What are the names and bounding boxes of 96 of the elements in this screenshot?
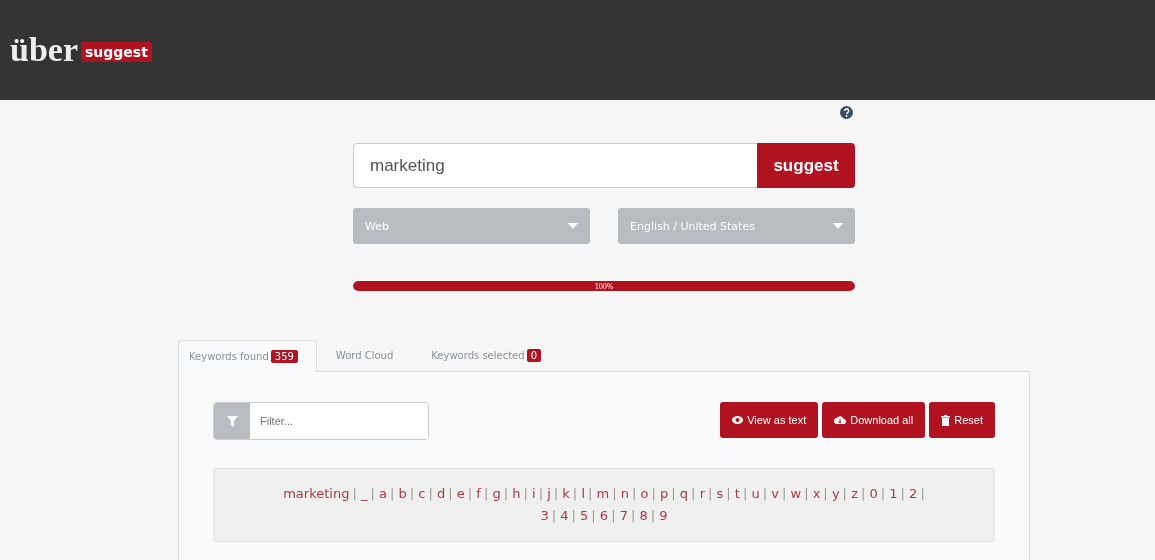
count-badge: 359 [270, 350, 298, 363]
separator: | [726, 486, 731, 501]
letter-link[interactable]: 3 [540, 508, 549, 523]
separator: | [370, 486, 375, 501]
separator: | [842, 486, 847, 501]
letter-link[interactable]: 4 [560, 508, 569, 523]
letter-link[interactable]: r [699, 486, 705, 501]
letter-link[interactable]: d [437, 486, 446, 501]
filter-field[interactable]: Filter... [213, 402, 429, 440]
separator: | [409, 486, 415, 501]
download-button[interactable]: Download all [822, 402, 926, 438]
letter-link[interactable]: h [512, 486, 521, 501]
letter-link[interactable]: v [771, 486, 779, 501]
letter-link[interactable]: t [734, 486, 740, 501]
separator: | [900, 486, 905, 501]
letter-link[interactable]: b [398, 486, 407, 501]
letter-link[interactable]: s [716, 486, 724, 501]
separator: | [708, 486, 713, 501]
letter-link[interactable]: 7 [619, 508, 628, 523]
logo-text: über [10, 31, 78, 69]
letter-link[interactable]: 5 [580, 508, 589, 523]
separator: | [467, 486, 473, 501]
letter-link[interactable]: 2 [909, 486, 918, 501]
separator: | [428, 486, 433, 501]
view-as-text-button[interactable]: View as text [720, 402, 819, 438]
separator: | [632, 486, 637, 501]
letter-link[interactable]: g [492, 486, 501, 501]
tab[interactable]: Keywords found 359 [178, 340, 317, 372]
separator: | [651, 486, 656, 501]
letter-link[interactable]: 9 [659, 508, 668, 523]
separator: | [551, 508, 557, 523]
separator: | [691, 486, 696, 501]
letter-link[interactable]: x [812, 486, 821, 501]
separator: | [860, 486, 866, 501]
separator: | [390, 486, 395, 501]
separator: | [650, 508, 656, 523]
letter-link[interactable]: y [831, 486, 840, 501]
letter-link[interactable]: 0 [869, 486, 878, 501]
letter-link[interactable]: marketing [283, 486, 350, 501]
letter-link[interactable]: z [851, 486, 858, 501]
separator: | [523, 486, 528, 501]
letter-link[interactable]: 6 [599, 508, 609, 523]
reset-button[interactable]: Reset [929, 402, 995, 438]
tab[interactable]: Keywords selected 0 [420, 339, 560, 371]
separator: | [503, 486, 509, 501]
separator: | [588, 486, 593, 501]
letter-link[interactable]: o [640, 486, 649, 501]
logo-badge: suggest [81, 42, 152, 62]
separator: | [804, 486, 809, 501]
search-field[interactable]: marketing [353, 143, 757, 188]
letter-link[interactable]: c [418, 486, 426, 501]
separator: | [591, 508, 596, 523]
letter-link[interactable]: q [679, 486, 689, 501]
caret-icon [833, 223, 843, 229]
letter-link[interactable]: _ [361, 486, 368, 501]
help-icon[interactable] [840, 106, 853, 119]
trash-icon [941, 414, 951, 426]
cloud-download-icon [834, 415, 847, 425]
letter-link[interactable]: p [660, 486, 669, 501]
letter-link[interactable]: a [379, 486, 387, 501]
letter-link[interactable]: m [596, 486, 610, 501]
separator: | [538, 486, 544, 501]
letter-link[interactable]: 8 [639, 508, 648, 523]
separator: | [352, 486, 357, 501]
letter-link[interactable]: f [476, 486, 481, 501]
separator: | [781, 486, 787, 501]
letter-link[interactable]: w [790, 486, 802, 501]
eye-icon [732, 416, 744, 424]
separator: | [671, 486, 676, 501]
caret-icon [568, 223, 578, 229]
letter-link[interactable]: j [547, 486, 551, 501]
letter-link[interactable]: k [562, 486, 570, 501]
separator: | [571, 508, 576, 523]
separator: | [483, 486, 489, 501]
progress-reading: 100% [594, 281, 614, 291]
separator: | [572, 486, 578, 501]
letter-link[interactable]: i [532, 486, 536, 501]
separator: | [742, 486, 748, 501]
separator: | [553, 486, 559, 501]
separator: | [612, 486, 617, 501]
letter-link[interactable]: n [620, 486, 629, 501]
separator: | [611, 508, 616, 523]
separator: | [920, 486, 925, 501]
filter-icon [226, 415, 238, 427]
count-badge: 0 [526, 349, 541, 362]
separator: | [448, 486, 453, 501]
tab[interactable]: Word Cloud [324, 339, 413, 371]
separator: | [880, 486, 886, 501]
separator: | [630, 508, 636, 523]
letter-link[interactable]: 1 [889, 486, 898, 501]
separator: | [762, 486, 768, 501]
letter-link[interactable]: u [751, 486, 760, 501]
letter-link[interactable]: l [581, 486, 585, 501]
separator: | [823, 486, 828, 501]
suggest-button[interactable]: suggest [757, 143, 855, 188]
letter-link[interactable]: e [456, 486, 465, 501]
